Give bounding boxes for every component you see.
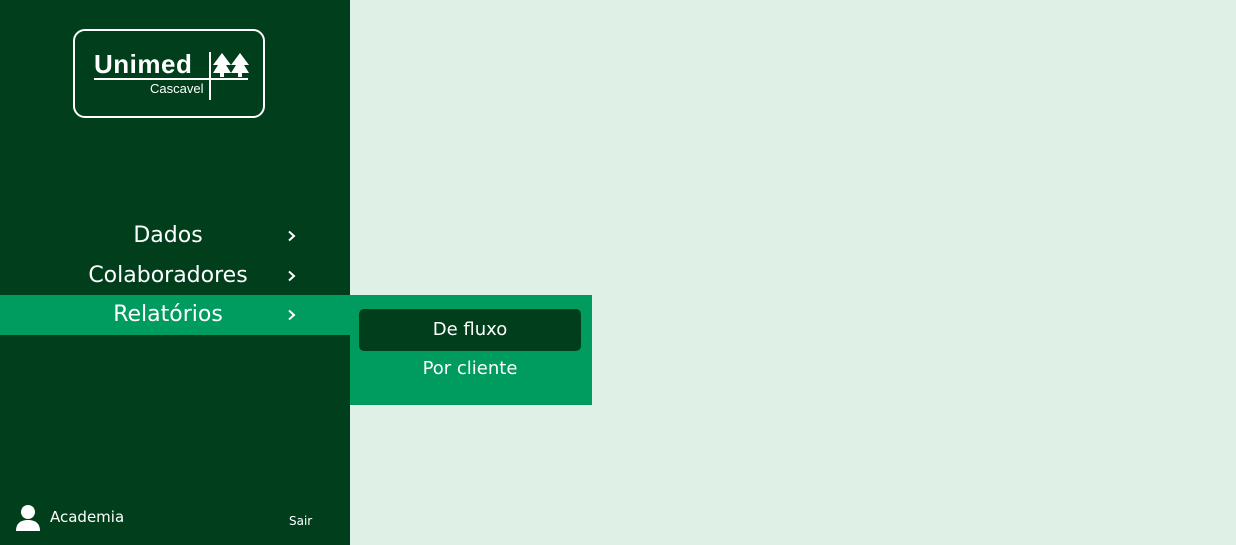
logo-divider (209, 52, 211, 100)
logout-button[interactable]: Sair (289, 514, 312, 528)
user-name: Academia (50, 508, 125, 526)
menu-item-colaboradores[interactable]: Colaboradores (0, 256, 350, 296)
chevron-right-icon (288, 230, 296, 242)
chevron-right-icon (288, 270, 296, 282)
brand-subtitle: Cascavel (150, 81, 204, 96)
brand-logo: Unimed Cascavel (73, 29, 265, 118)
menu-item-dados[interactable]: Dados (0, 216, 350, 256)
logo-underline (94, 78, 248, 80)
unimed-trees-icon (213, 53, 249, 77)
chevron-right-icon (288, 309, 296, 321)
user-bar: Academia Sair (0, 500, 350, 540)
user-icon (16, 505, 40, 531)
submenu-item-de-fluxo[interactable]: De fluxo (359, 309, 581, 351)
brand-name: Unimed (94, 49, 193, 79)
submenu-item-por-cliente[interactable]: Por cliente (359, 348, 581, 390)
sidebar: Unimed Cascavel Dados Colaboradores Rela… (0, 0, 350, 545)
menu-item-relatorios[interactable]: Relatórios (0, 295, 350, 335)
submenu-relatorios: De fluxo Por cliente (350, 295, 592, 405)
